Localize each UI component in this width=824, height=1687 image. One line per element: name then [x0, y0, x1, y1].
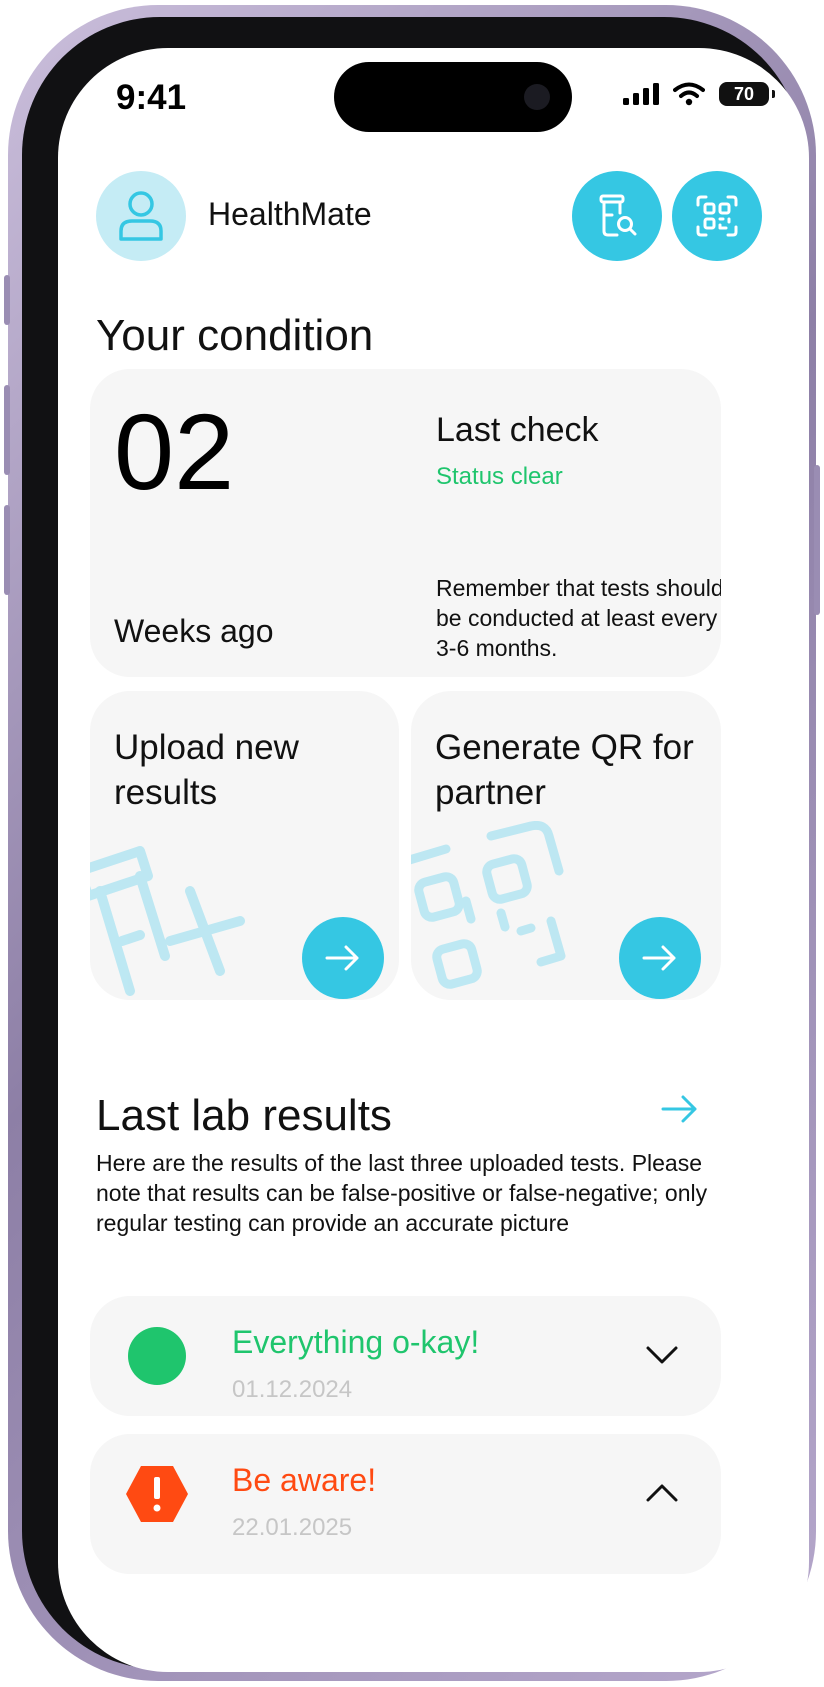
- test-search-icon: [599, 194, 637, 237]
- lab-result-date: 01.12.2024: [232, 1376, 353, 1403]
- phone-bezel: 9:41 70 HealthMate Your condition 02 Wee…: [22, 17, 809, 1672]
- camera-icon: [524, 84, 550, 110]
- side-button-volume-up: [4, 385, 10, 475]
- side-button-power: [814, 465, 820, 615]
- reminder-text: Remember that tests should be conducted …: [436, 575, 721, 661]
- status-clear-label: Status clear: [436, 463, 563, 490]
- weeks-count: 02: [114, 391, 235, 512]
- chevron-down-icon[interactable]: [645, 1344, 679, 1366]
- dynamic-island: [334, 62, 572, 132]
- condition-card: 02 Weeks ago Last check Status clear Rem…: [90, 369, 721, 677]
- phone-frame: 9:41 70 HealthMate Your condition 02 Wee…: [4, 5, 820, 1681]
- avatar[interactable]: [96, 171, 186, 261]
- app-name: HealthMate: [208, 196, 372, 232]
- chevron-up-icon[interactable]: [645, 1482, 679, 1504]
- user-icon: [119, 191, 163, 241]
- battery-icon: 70: [719, 82, 775, 106]
- generate-qr-card[interactable]: Generate QR for partner: [411, 691, 721, 1000]
- qr-code-bg-icon: [411, 821, 566, 989]
- upload-results-card[interactable]: Upload new results: [90, 691, 399, 1000]
- app-screen: 9:41 70 HealthMate Your condition 02 Wee…: [58, 48, 809, 1672]
- wifi-icon: [673, 82, 705, 106]
- arrow-right-icon: [642, 945, 676, 971]
- test-tube-plus-icon: [90, 846, 245, 996]
- lab-result-item[interactable]: Everything o-kay! 01.12.2024: [90, 1296, 721, 1416]
- success-status-dot: [128, 1327, 186, 1385]
- weeks-label: Weeks ago: [114, 613, 274, 649]
- section-title-lab-results: Last lab results: [96, 1091, 392, 1140]
- status-time: 9:41: [116, 78, 187, 117]
- lab-result-date: 22.01.2025: [232, 1514, 353, 1541]
- signal-icon: [623, 83, 659, 105]
- upload-results-title: Upload new results: [114, 728, 299, 812]
- upload-results-arrow-button[interactable]: [302, 917, 384, 999]
- lab-result-item[interactable]: Be aware! 22.01.2025: [90, 1434, 721, 1574]
- status-icons: 70: [623, 82, 775, 106]
- lab-result-title: Everything o-kay!: [232, 1324, 480, 1360]
- lab-result-title: Be aware!: [232, 1462, 377, 1498]
- arrow-right-icon: [325, 945, 359, 971]
- side-button-volume-down: [4, 505, 10, 595]
- qr-code-icon: [696, 195, 738, 237]
- generate-qr-title: Generate QR for partner: [435, 728, 694, 812]
- last-check-title: Last check: [436, 411, 599, 449]
- test-search-button[interactable]: [572, 171, 662, 261]
- warning-icon: [126, 1466, 188, 1522]
- qr-scan-button[interactable]: [672, 171, 762, 261]
- lab-results-description: Here are the results of the last three u…: [96, 1150, 708, 1236]
- side-button-action: [4, 275, 10, 325]
- arrow-right-icon: [661, 1095, 697, 1123]
- section-title-condition: Your condition: [96, 311, 374, 360]
- generate-qr-arrow-button[interactable]: [619, 917, 701, 999]
- lab-results-more-button[interactable]: [661, 1095, 699, 1128]
